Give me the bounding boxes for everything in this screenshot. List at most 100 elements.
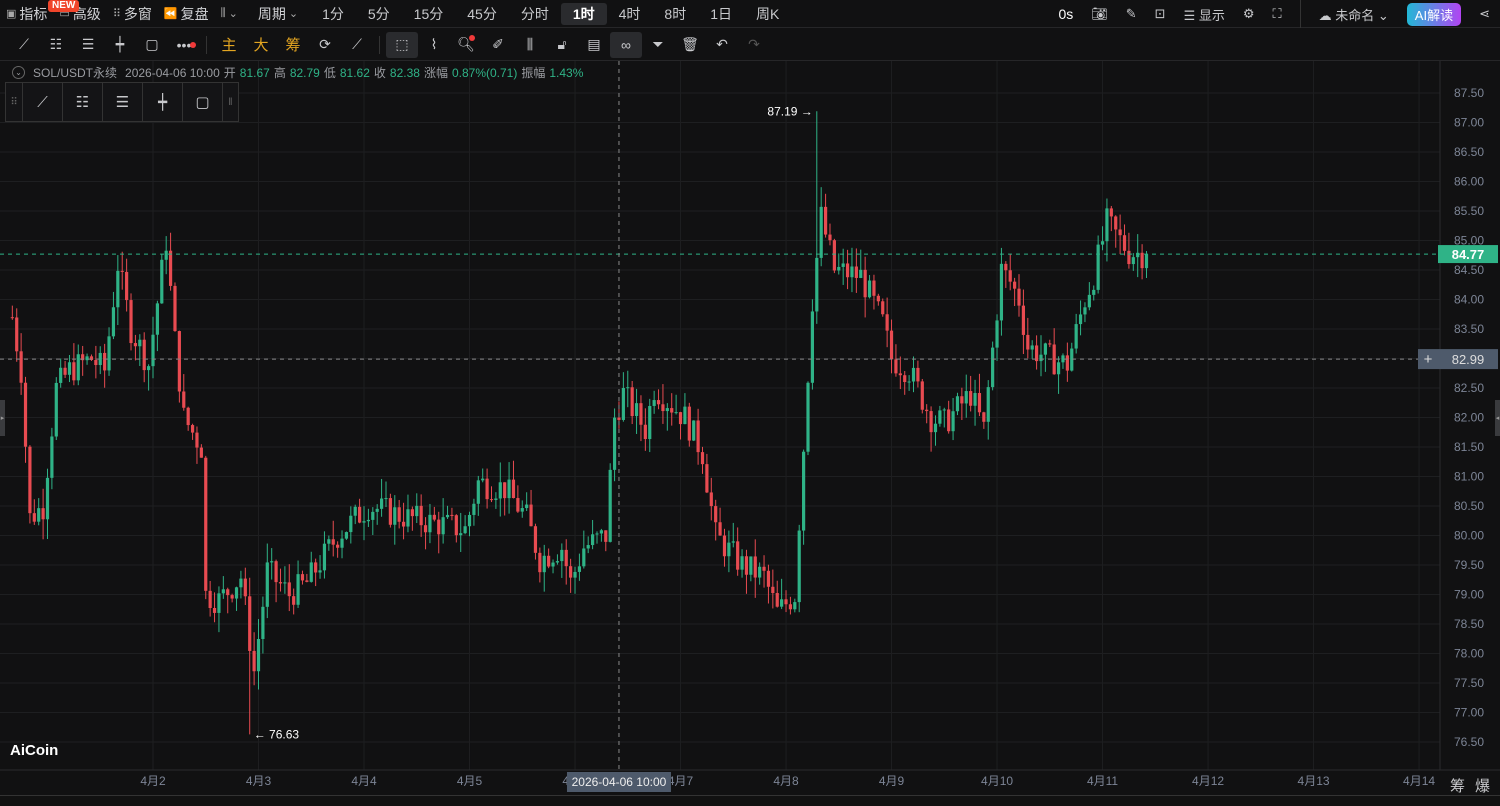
collapse-icon[interactable]: ⌄ [12, 66, 25, 79]
candle-body [63, 367, 67, 375]
cloud-icon: ☁ [1318, 7, 1332, 23]
period-tab[interactable]: 周K [744, 3, 791, 25]
period-dropdown[interactable]: 周期 ⌄ [252, 2, 304, 26]
zoom-icon[interactable]: 🔍︎ [450, 32, 482, 58]
cursor-select-icon[interactable]: ⬚ [386, 31, 418, 58]
parallel-lines-icon[interactable]: ☷ [40, 32, 72, 58]
candle [608, 463, 612, 543]
candle-body [463, 526, 467, 534]
multi-window-button[interactable]: ⠿ 多窗 [107, 2, 158, 26]
horizontal-lines-icon[interactable]: ☰ [102, 83, 142, 121]
ruler-icon[interactable]: ⌇ [418, 32, 450, 58]
ai-analysis-button[interactable]: AI解读 [1406, 2, 1462, 26]
candle-body [72, 362, 76, 381]
candle-body [454, 515, 458, 536]
candle-body [393, 507, 397, 525]
candle-body [1083, 307, 1087, 315]
candle-body [230, 595, 234, 599]
replay-button[interactable]: ⏪ 复盘 [158, 2, 215, 26]
chips-button[interactable]: 筹 [277, 32, 309, 58]
add-window-icon[interactable]: ⊡ [1155, 6, 1166, 22]
candle-body [1114, 216, 1118, 230]
candle-body [643, 424, 647, 440]
candle-body [173, 285, 177, 332]
layout-dropdown[interactable]: ☁ 未命名 ⌄ [1319, 5, 1389, 24]
link-icon[interactable]: ∞ [610, 31, 642, 58]
candle-body [384, 498, 388, 500]
right-panel-handle[interactable]: ◂ [1495, 400, 1500, 436]
candle-body [819, 206, 823, 258]
top-bar: ▣ 指标 NEW ▭ 高级 ⠿ 多窗 ⏪ 复盘 ⫼ ⌄ 周期 ⌄ 1分 5分 15分 45分 分时 1时… [0, 0, 1500, 28]
y-tick-label: 79.00 [1454, 588, 1484, 602]
period-tab[interactable]: 4时 [607, 3, 653, 25]
brush-icon[interactable]: ⟋ [341, 32, 373, 58]
period-tab[interactable]: 1时 [560, 2, 607, 25]
chart-icon: ▣ [6, 8, 17, 20]
y-tick-label: 81.00 [1454, 470, 1484, 484]
rectangle-icon[interactable]: ▢ [136, 32, 168, 58]
candle-body [1026, 334, 1030, 350]
y-tick-label: 83.50 [1454, 322, 1484, 336]
trash-icon[interactable]: 🗑︎ [674, 32, 706, 58]
candle-body [129, 300, 133, 344]
candle-body [103, 352, 107, 371]
candlestick-chart[interactable]: 76.50 77.00 77.50 78.00 78.50 79.00 79.50 80.00… [0, 61, 1500, 795]
camera-icon[interactable]: 📷︎ [1091, 6, 1108, 22]
fullscreen-icon[interactable]: ⛶ [1273, 6, 1282, 22]
candle [802, 449, 806, 545]
rectangle-icon[interactable]: ▢ [182, 83, 222, 121]
candle-body [722, 535, 727, 557]
main-indicator-button[interactable]: 主 [213, 32, 245, 58]
period-tab[interactable]: 45分 [455, 3, 509, 25]
divider [379, 35, 380, 54]
magnet-icon[interactable]: ✐ [482, 32, 514, 58]
liquidation-toggle[interactable]: 爆 [1475, 775, 1490, 796]
divider [206, 35, 207, 54]
indicators-button[interactable]: ▣ 指标 NEW [0, 0, 80, 26]
sync-icon[interactable]: ⟳ [309, 32, 341, 58]
period-tab[interactable]: 8时 [652, 3, 698, 25]
x-tick-label: 4月8 [773, 774, 799, 788]
display-button[interactable]: ☰ 显示 [1184, 5, 1225, 24]
undo-icon[interactable]: ↶ [706, 32, 738, 58]
filter-icon[interactable]: ⏷ [642, 32, 674, 58]
candle-body [876, 295, 880, 302]
period-tab[interactable]: 1分 [310, 3, 356, 25]
unlock-icon[interactable]: 🔓︎ [546, 32, 578, 58]
candle-body [168, 250, 173, 286]
drawing-toolbar: ⟋ ☷ ☰ ┿ ▢ ••• 主 大 筹 ⟳ ⟋ ⬚ ⌇ 🔍︎ ✐ ⫼ 🔓︎ ▤ … [0, 29, 1500, 61]
trend-line-icon[interactable]: ⟋ [22, 83, 62, 121]
collapse-handle-icon[interactable]: ‖ [222, 83, 238, 121]
horizontal-lines-icon[interactable]: ☰ [72, 32, 104, 58]
left-panel-handle[interactable]: ▸ [0, 400, 5, 436]
horizontal-ray-icon[interactable]: ┿ [104, 32, 136, 58]
candle-body [151, 334, 155, 367]
redo-icon[interactable]: ↷ [738, 32, 770, 58]
template-icon[interactable]: ▤ [578, 32, 610, 58]
candle-body [397, 507, 401, 522]
share-icon[interactable]: ⋖ [1479, 6, 1490, 22]
trend-line-icon[interactable]: ⟋ [8, 32, 40, 58]
settings-icon[interactable]: ⚙ [1243, 6, 1255, 22]
candle-body [942, 409, 946, 411]
pencil-icon[interactable]: ✎ [1126, 6, 1137, 22]
more-tools-icon[interactable]: ••• [168, 32, 200, 58]
parallel-lines-icon[interactable]: ☷ [62, 83, 102, 121]
candle-body [916, 367, 920, 382]
candles-icon[interactable]: ⫼ [514, 32, 546, 58]
candle-body [859, 269, 863, 278]
chart-type-dropdown[interactable]: ⫼ ⌄ [215, 2, 244, 26]
big-order-button[interactable]: 大 [245, 32, 277, 58]
candle-body [714, 506, 718, 523]
drag-handle-icon[interactable]: ⠿ [6, 83, 22, 121]
candle-body [217, 593, 221, 613]
period-tab[interactable]: 5分 [356, 3, 402, 25]
x-tick-label: 4月10 [981, 774, 1013, 788]
period-tab[interactable]: 1日 [698, 3, 744, 25]
period-tab[interactable]: 分时 [509, 3, 561, 25]
change-label: 涨幅 [423, 66, 448, 80]
candle-body [661, 404, 665, 412]
horizontal-ray-icon[interactable]: ┿ [142, 83, 182, 121]
period-tab[interactable]: 15分 [402, 3, 456, 25]
chips-toggle[interactable]: 筹 [1450, 775, 1465, 796]
